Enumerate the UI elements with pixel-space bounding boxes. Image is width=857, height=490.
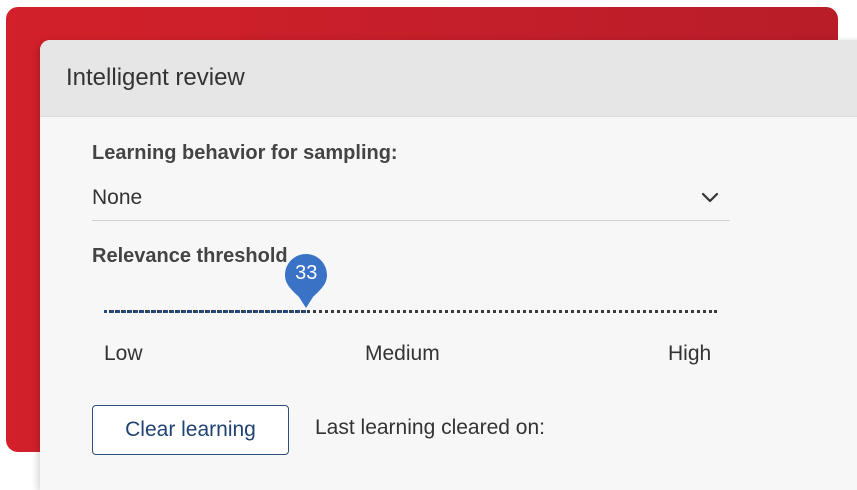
scale-label-high: High xyxy=(668,342,712,365)
learning-behavior-select[interactable]: None xyxy=(92,176,730,221)
scale-label-medium: Medium xyxy=(365,342,440,365)
last-cleared-label: Last learning cleared on: xyxy=(315,416,545,439)
learning-behavior-label: Learning behavior for sampling: xyxy=(92,142,398,164)
dialog-title: Intelligent review xyxy=(66,64,245,91)
intelligent-review-dialog: Intelligent review Learning behavior for… xyxy=(40,40,857,490)
slider-value: 33 xyxy=(295,262,318,284)
scale-label-low: Low xyxy=(104,342,143,365)
relevance-threshold-label: Relevance threshold xyxy=(92,245,288,267)
chevron-down-icon xyxy=(700,188,720,208)
clear-learning-button[interactable]: Clear learning xyxy=(92,405,289,455)
slider-track-fill xyxy=(104,310,307,313)
learning-behavior-value: None xyxy=(92,186,143,209)
dialog-header: Intelligent review xyxy=(40,40,857,117)
relevance-threshold-slider[interactable]: 33 xyxy=(104,254,717,322)
slider-thumb[interactable]: 33 xyxy=(283,252,329,310)
